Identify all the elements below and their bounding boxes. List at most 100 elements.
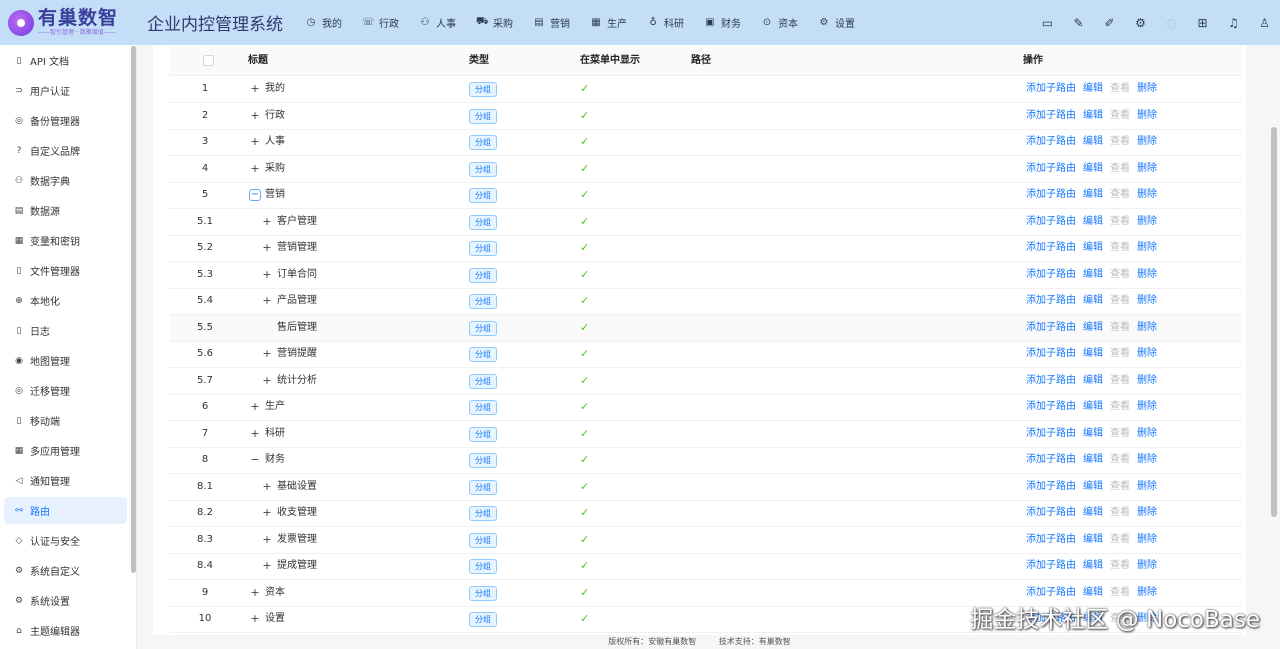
sidebar-item[interactable]: ◎ 备份管理器 (4, 107, 127, 134)
expand-icon[interactable]: + (261, 242, 273, 254)
topnav-purchase[interactable]: ⛟ 采购 (466, 0, 523, 45)
sidebar-item[interactable]: ◁ 通知管理 (4, 467, 127, 494)
topnav-marketing[interactable]: ▤ 营销 (523, 0, 580, 45)
add-child-route-link[interactable]: 添加子路由 (1026, 474, 1076, 500)
add-child-route-link[interactable]: 添加子路由 (1026, 500, 1076, 526)
bell-icon[interactable]: ♫ (1218, 0, 1249, 45)
col-title[interactable]: 标题 (248, 46, 268, 76)
expand-icon[interactable]: + (249, 110, 261, 122)
add-child-route-link[interactable]: 添加子路由 (1026, 394, 1076, 420)
expand-icon[interactable]: + (261, 560, 273, 572)
sidebar-item[interactable]: ⊕ 本地化 (4, 287, 127, 314)
expand-icon[interactable]: + (261, 216, 273, 228)
expand-icon[interactable]: + (249, 613, 261, 625)
sidebar-item[interactable]: ⊃ 用户认证 (4, 77, 127, 104)
sidebar-item[interactable]: ▯ 文件管理器 (4, 257, 127, 284)
col-path[interactable]: 路径 (691, 46, 711, 76)
select-all-checkbox[interactable] (203, 55, 214, 66)
user-icon[interactable]: ♙ (1249, 0, 1280, 45)
delete-link[interactable]: 删除 (1137, 447, 1157, 473)
sidebar-item[interactable]: ⚇ 数据字典 (4, 167, 127, 194)
add-child-route-link[interactable]: 添加子路由 (1026, 262, 1076, 288)
expand-icon[interactable]: + (261, 295, 273, 307)
edit-link[interactable]: 编辑 (1083, 341, 1103, 367)
expand-icon[interactable]: + (261, 375, 273, 387)
monitor-icon[interactable]: ▭ (1032, 0, 1063, 45)
topnav-settings[interactable]: ⚙ 设置 (808, 0, 865, 45)
add-child-route-link[interactable]: 添加子路由 (1026, 447, 1076, 473)
col-show-in-menu[interactable]: 在菜单中显示 (580, 46, 640, 76)
expand-icon[interactable]: + (249, 428, 261, 440)
sidebar-item[interactable]: ⚯ 路由 (4, 497, 127, 524)
theme-icon[interactable]: ◌ (1156, 0, 1187, 45)
sidebar-item[interactable]: ⚙ 系统设置 (4, 587, 127, 614)
sidebar-item[interactable]: ⌂ 主题编辑器 (4, 617, 127, 644)
delete-link[interactable]: 删除 (1137, 394, 1157, 420)
sidebar-item[interactable]: ◎ 迁移管理 (4, 377, 127, 404)
topnav-production[interactable]: ▦ 生产 (580, 0, 637, 45)
sidebar-item[interactable]: ▤ 数据源 (4, 197, 127, 224)
add-child-route-link[interactable]: 添加子路由 (1026, 368, 1076, 394)
delete-link[interactable]: 删除 (1137, 103, 1157, 129)
sidebar-item[interactable]: ⚙ 系统自定义 (4, 557, 127, 584)
expand-icon[interactable]: + (249, 163, 261, 175)
sidebar-item[interactable]: ▯ 移动端 (4, 407, 127, 434)
sidebar-item[interactable]: ◉ 地图管理 (4, 347, 127, 374)
expand-icon[interactable]: + (249, 83, 261, 95)
sidebar-item[interactable]: ◇ 认证与安全 (4, 527, 127, 554)
edit-link[interactable]: 编辑 (1083, 156, 1103, 182)
add-child-route-link[interactable]: 添加子路由 (1026, 553, 1076, 579)
edit-link[interactable]: 编辑 (1083, 394, 1103, 420)
delete-link[interactable]: 删除 (1137, 421, 1157, 447)
expand-icon[interactable]: + (261, 348, 273, 360)
expand-icon[interactable]: + (261, 269, 273, 281)
edit-link[interactable]: 编辑 (1083, 103, 1103, 129)
logo[interactable]: 有巢数智 ——智引管理 · 数聚增值—— (0, 0, 145, 45)
expand-icon[interactable]: + (261, 507, 273, 519)
add-child-route-link[interactable]: 添加子路由 (1026, 129, 1076, 155)
gear-icon[interactable]: ⚙ (1125, 0, 1156, 45)
delete-link[interactable]: 删除 (1137, 235, 1157, 261)
delete-link[interactable]: 删除 (1137, 474, 1157, 500)
brush-icon[interactable]: ✎ (1063, 0, 1094, 45)
edit-link[interactable]: 编辑 (1083, 500, 1103, 526)
plugin-icon[interactable]: ✐ (1094, 0, 1125, 45)
sidebar-item[interactable]: ? 自定义品牌 (4, 137, 127, 164)
delete-link[interactable]: 删除 (1137, 315, 1157, 341)
add-child-route-link[interactable]: 添加子路由 (1026, 209, 1076, 235)
add-child-route-link[interactable]: 添加子路由 (1026, 315, 1076, 341)
add-child-route-link[interactable]: 添加子路由 (1026, 76, 1076, 102)
collapse-icon[interactable]: − (249, 454, 261, 466)
edit-link[interactable]: 编辑 (1083, 129, 1103, 155)
topnav-admin[interactable]: ☏ 行政 (352, 0, 409, 45)
topnav-research[interactable]: ♁ 科研 (637, 0, 694, 45)
expand-icon[interactable]: + (249, 401, 261, 413)
add-child-route-link[interactable]: 添加子路由 (1026, 421, 1076, 447)
edit-link[interactable]: 编辑 (1083, 553, 1103, 579)
add-child-route-link[interactable]: 添加子路由 (1026, 341, 1076, 367)
edit-link[interactable]: 编辑 (1083, 262, 1103, 288)
add-child-route-link[interactable]: 添加子路由 (1026, 103, 1076, 129)
grid-icon[interactable]: ⊞ (1187, 0, 1218, 45)
edit-link[interactable]: 编辑 (1083, 288, 1103, 314)
sidebar-item[interactable]: ▦ 多应用管理 (4, 437, 127, 464)
sidebar-item[interactable]: ▯ 日志 (4, 317, 127, 344)
sidebar-item[interactable]: ▦ 变量和密钥 (4, 227, 127, 254)
collapse-icon[interactable]: − (249, 189, 261, 201)
delete-link[interactable]: 删除 (1137, 182, 1157, 208)
add-child-route-link[interactable]: 添加子路由 (1026, 156, 1076, 182)
delete-link[interactable]: 删除 (1137, 553, 1157, 579)
delete-link[interactable]: 删除 (1137, 368, 1157, 394)
topnav-capital[interactable]: ⊙ 资本 (751, 0, 808, 45)
delete-link[interactable]: 删除 (1137, 527, 1157, 553)
delete-link[interactable]: 删除 (1137, 262, 1157, 288)
add-child-route-link[interactable]: 添加子路由 (1026, 527, 1076, 553)
edit-link[interactable]: 编辑 (1083, 474, 1103, 500)
edit-link[interactable]: 编辑 (1083, 421, 1103, 447)
add-child-route-link[interactable]: 添加子路由 (1026, 182, 1076, 208)
edit-link[interactable]: 编辑 (1083, 368, 1103, 394)
delete-link[interactable]: 删除 (1137, 500, 1157, 526)
edit-link[interactable]: 编辑 (1083, 182, 1103, 208)
sidebar-item[interactable]: ▯ API 文档 (4, 47, 127, 74)
topnav-hr[interactable]: ⚇ 人事 (409, 0, 466, 45)
